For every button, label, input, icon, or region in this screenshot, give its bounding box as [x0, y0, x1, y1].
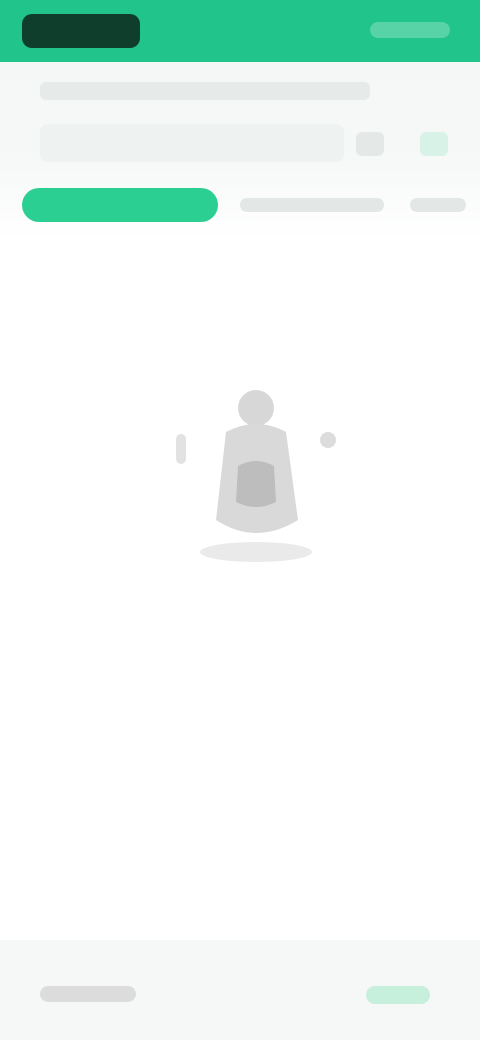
tab-3[interactable] — [410, 198, 466, 212]
tab-2[interactable] — [240, 198, 384, 212]
app-logo[interactable] — [22, 14, 140, 48]
footer-right-button[interactable] — [366, 986, 430, 1004]
top-bar — [0, 0, 480, 62]
filter-icon[interactable] — [356, 132, 384, 156]
footer-left-link[interactable] — [40, 986, 136, 1002]
search-input[interactable] — [40, 124, 344, 162]
tab-active[interactable] — [22, 188, 218, 222]
empty-bag-illustration — [168, 370, 358, 570]
search-title — [40, 82, 370, 100]
top-bar-action[interactable] — [370, 22, 450, 38]
cart-icon[interactable] — [420, 132, 448, 156]
